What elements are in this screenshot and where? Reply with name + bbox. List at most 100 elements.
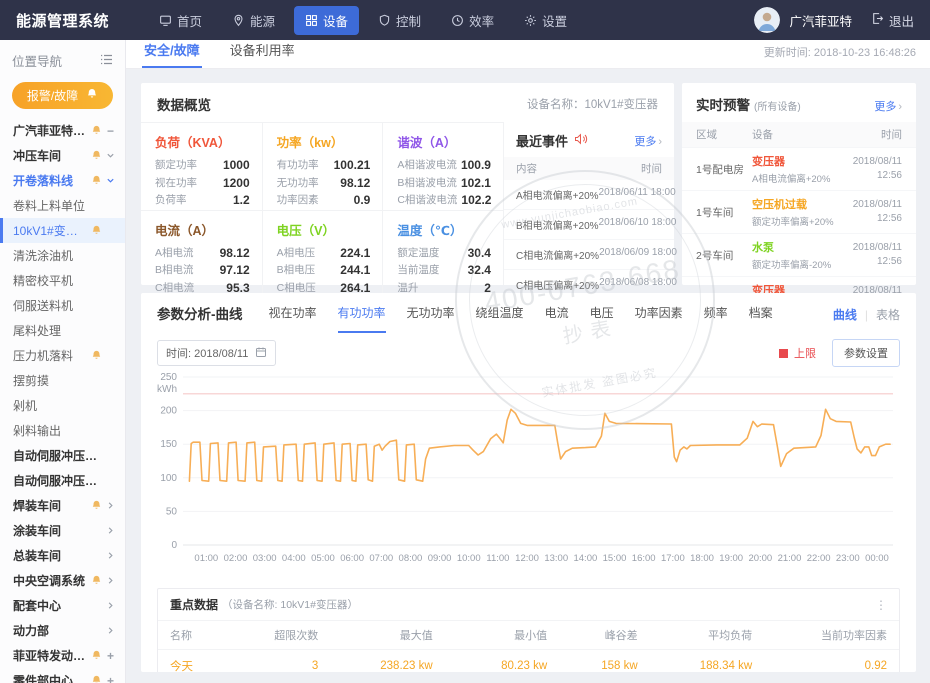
bell-icon — [91, 500, 102, 511]
sidebar-item-label: 自动伺服冲压线2# — [13, 472, 105, 489]
control-icon — [378, 14, 391, 27]
chevron-right-icon[interactable] — [105, 601, 116, 610]
sidebar-item[interactable]: 焊装车间 — [0, 493, 125, 518]
nav-item-energy[interactable]: 能源 — [221, 6, 286, 35]
collapse-list-icon[interactable] — [100, 54, 113, 68]
sidebar-item[interactable]: 压力机落料 — [0, 343, 125, 368]
sidebar-item[interactable]: 10kV1#变压器 — [0, 218, 125, 243]
analysis-tab-2[interactable]: 无功功率 — [407, 304, 455, 333]
svg-text:06:00: 06:00 — [340, 553, 364, 564]
keydata-header: 最大值 — [330, 621, 444, 650]
sidebar-item[interactable]: 自动伺服冲压线1# — [0, 443, 125, 468]
sidebar-item[interactable]: 自动伺服冲压线2# — [0, 468, 125, 493]
event-content: C相电流偏离+20% — [516, 247, 599, 262]
top-navigation: 能源管理系统 首页能源设备控制效率设置 广汽菲亚特 退出 — [0, 0, 930, 40]
sidebar-item[interactable]: 零件部中心仓库+ — [0, 668, 125, 683]
sidebar-item[interactable]: 精密校平机 — [0, 268, 125, 293]
date-picker[interactable]: 时间: 2018/08/11 — [157, 340, 276, 366]
sidebar-item[interactable]: 开卷落料线 — [0, 168, 125, 193]
sidebar-item[interactable]: 剁料输出 — [0, 418, 125, 443]
sidebar-item[interactable]: 卷料上料单位 — [0, 193, 125, 218]
alerts-more-link[interactable]: 更多› — [874, 98, 902, 114]
sidebar-item[interactable]: 动力部 — [0, 618, 125, 643]
settings-icon — [524, 14, 537, 27]
sidebar-item[interactable]: 广汽菲亚特整车厂− — [0, 118, 125, 143]
nav-item-settings[interactable]: 设置 — [513, 6, 578, 35]
tab-safety-fault[interactable]: 安全/故障 — [142, 40, 202, 68]
sidebar-item[interactable]: 涂装车间 — [0, 518, 125, 543]
nav-item-efficiency[interactable]: 效率 — [440, 6, 505, 35]
sidebar-item-label: 中央空调系统 — [13, 572, 88, 589]
kebab-menu-icon[interactable]: ⋮ — [875, 598, 887, 612]
chevron-right-icon[interactable] — [105, 551, 116, 560]
stat-value: 100.21 — [334, 157, 371, 175]
analysis-tab-7[interactable]: 频率 — [704, 304, 728, 333]
chevron-down-icon[interactable] — [105, 151, 116, 160]
table-cell: 188.34 kw — [650, 650, 764, 673]
sidebar-item[interactable]: 剁机 — [0, 393, 125, 418]
table-cell: 0.92 — [764, 650, 899, 673]
expand-plus-icon[interactable]: + — [105, 649, 116, 663]
expand-plus-icon[interactable]: + — [105, 674, 116, 683]
alert-area: 2号车间 — [696, 248, 752, 263]
analysis-tab-4[interactable]: 电流 — [545, 304, 569, 333]
nav-item-label: 设置 — [542, 11, 567, 30]
sidebar-item[interactable]: 总装车间 — [0, 543, 125, 568]
analysis-tab-8[interactable]: 档案 — [749, 304, 773, 333]
events-col-content: 内容 — [516, 161, 537, 176]
alert-device-name: 水泵 — [752, 239, 840, 255]
sidebar-item[interactable]: 伺服送料机 — [0, 293, 125, 318]
stat-label: A相谐波电流 — [397, 157, 457, 175]
analysis-tab-3[interactable]: 绕组温度 — [476, 304, 524, 333]
sidebar-item[interactable]: 菲亚特发动机厂+ — [0, 643, 125, 668]
alerts-col-time: 时间 — [840, 127, 902, 142]
view-table-toggle[interactable]: 表格 — [876, 306, 900, 323]
sidebar-item[interactable]: 摆剪摸 — [0, 368, 125, 393]
sidebar-item[interactable]: 尾料处理 — [0, 318, 125, 343]
events-more-link[interactable]: 更多› — [634, 133, 662, 149]
svg-text:150: 150 — [160, 439, 177, 450]
stat-cards: 负荷（KVA）额定功率1000视在功率1200负荷率1.2功率（kw）有功功率1… — [141, 122, 503, 285]
nav-item-control[interactable]: 控制 — [367, 6, 432, 35]
sidebar-item[interactable]: 配套中心 — [0, 593, 125, 618]
svg-text:19:00: 19:00 — [719, 553, 743, 564]
avatar[interactable] — [754, 7, 780, 33]
logout-button[interactable]: 退出 — [871, 11, 914, 30]
stat-label: B相电流 — [155, 262, 194, 280]
collapse-minus-icon[interactable]: − — [105, 124, 116, 138]
alert-time: 2018/08/1112:56 — [840, 155, 902, 183]
stat-row: 额定功率1000 — [155, 157, 250, 175]
alarm-fault-button[interactable]: 报警/故障 — [12, 82, 113, 109]
sidebar-item[interactable]: 冲压车间 — [0, 143, 125, 168]
chevron-right-icon[interactable] — [105, 501, 116, 510]
alert-date: 2018/08/11 — [840, 198, 902, 212]
stat-label: 无功功率 — [277, 175, 319, 193]
nav-item-home[interactable]: 首页 — [148, 6, 213, 35]
tab-utilization[interactable]: 设备利用率 — [228, 40, 297, 68]
analysis-tab-1[interactable]: 有功功率 — [338, 304, 386, 333]
chevron-right-icon[interactable] — [105, 526, 116, 535]
analysis-tab-0[interactable]: 视在功率 — [269, 304, 317, 333]
alert-time: 2018/08/1112:56 — [840, 241, 902, 269]
alerts-col-device: 设备 — [752, 127, 840, 142]
stat-card-title: 温度（℃） — [397, 220, 491, 239]
sidebar-item[interactable]: 中央空调系统 — [0, 568, 125, 593]
svg-text:50: 50 — [166, 506, 178, 517]
nav-item-device[interactable]: 设备 — [294, 6, 359, 35]
parameter-settings-button[interactable]: 参数设置 — [832, 339, 900, 367]
sidebar-item-label: 冲压车间 — [13, 147, 88, 164]
view-curve-toggle[interactable]: 曲线 — [833, 306, 857, 323]
efficiency-icon — [451, 14, 464, 27]
analysis-tab-5[interactable]: 电压 — [590, 304, 614, 333]
sidebar-item[interactable]: 清洗涂油机 — [0, 243, 125, 268]
chevron-right-icon[interactable] — [105, 626, 116, 635]
event-content: A相电流偏离+20% — [516, 187, 599, 202]
analysis-tab-6[interactable]: 功率因素 — [635, 304, 683, 333]
svg-text:00:00: 00:00 — [865, 553, 889, 564]
stat-card-5: 温度（℃）额定温度30.4当前温度32.4温升2 — [382, 210, 503, 298]
chevron-right-icon[interactable] — [105, 576, 116, 585]
chevron-down-icon[interactable] — [105, 176, 116, 185]
topnav-user-area: 广汽菲亚特 退出 — [754, 7, 930, 33]
alert-clock: 12:56 — [840, 169, 902, 183]
event-time: 2018/06/08 18:00 — [599, 277, 677, 292]
